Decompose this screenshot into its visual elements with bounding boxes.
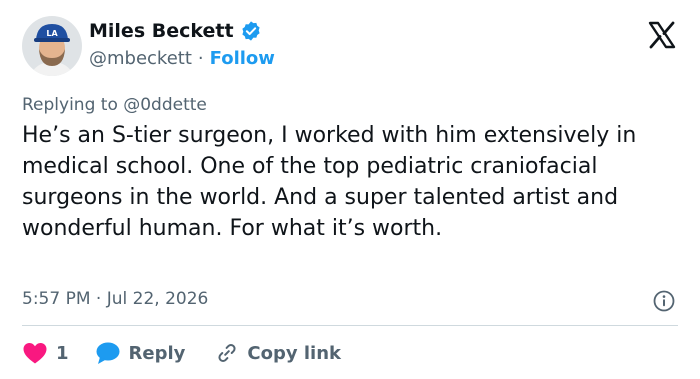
tweet-text: He’s an S-tier surgeon, I worked with hi… <box>22 123 637 241</box>
copy-link-label: Copy link <box>247 342 341 364</box>
svg-text:LA: LA <box>46 29 58 38</box>
like-count: 1 <box>56 342 69 364</box>
x-logo-icon[interactable] <box>647 20 677 50</box>
avatar[interactable]: LA <box>22 16 82 76</box>
reply-button[interactable]: Reply <box>95 341 186 365</box>
handle-separator: · <box>197 48 204 69</box>
info-icon[interactable] <box>653 290 675 312</box>
speech-bubble-icon <box>95 341 121 365</box>
verified-badge-icon <box>240 20 262 42</box>
copy-link-button[interactable]: Copy link <box>215 341 341 365</box>
display-name[interactable]: Miles Beckett <box>89 20 234 42</box>
avatar-image: LA <box>22 16 82 76</box>
tweet-timestamp[interactable]: 5:57 PM · Jul 22, 2026 <box>22 289 208 309</box>
tweet-card: LA Miles Beckett @mbeckett · Follow Repl… <box>0 0 700 379</box>
author-name-row: Miles Beckett <box>89 20 262 42</box>
link-icon <box>215 341 239 365</box>
reply-label: Reply <box>128 342 186 364</box>
follow-button[interactable]: Follow <box>210 48 275 69</box>
action-bar: 1 Reply Copy link <box>22 338 341 368</box>
handle-row: @mbeckett · Follow <box>89 48 275 69</box>
like-button[interactable]: 1 <box>22 341 69 365</box>
heart-icon <box>22 341 48 365</box>
replying-to: Replying to @0ddette <box>22 95 207 115</box>
divider <box>22 325 678 326</box>
handle[interactable]: @mbeckett <box>89 48 192 69</box>
